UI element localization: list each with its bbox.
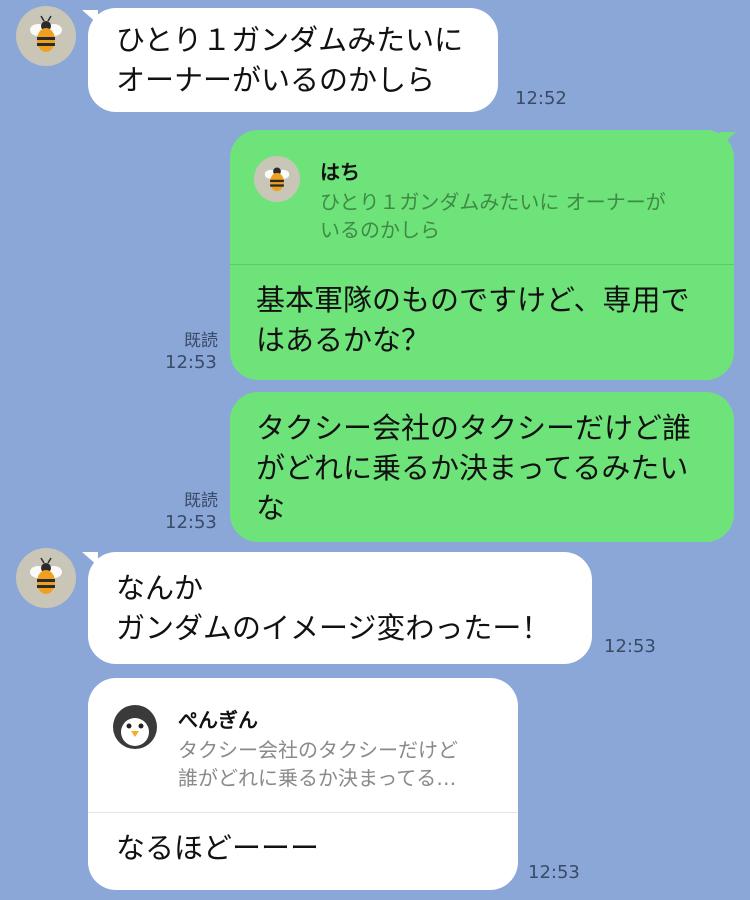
quote-sender-name: ぺんぎん bbox=[178, 708, 258, 732]
bee-avatar-icon bbox=[254, 156, 300, 202]
message-time: 12:53 bbox=[604, 636, 656, 657]
message-text: なるほどーーー bbox=[116, 831, 320, 865]
quote-divider bbox=[88, 812, 518, 813]
quote-sender-name: はち bbox=[320, 160, 360, 184]
quote-divider bbox=[230, 264, 734, 265]
penguin-avatar-icon bbox=[112, 704, 158, 750]
bubble-tail bbox=[720, 132, 736, 146]
read-status: 既読 bbox=[184, 331, 218, 351]
message-bubble[interactable]: はち ひとり１ガンダムみたいに オーナーが いるのかしら 基本軍隊のものですけど… bbox=[230, 130, 734, 380]
read-status: 既読 bbox=[184, 491, 218, 511]
message-text: タクシー会社のタクシーだけど誰 がどれに乗るか決まってるみたい な bbox=[256, 411, 692, 525]
message-text: 基本軍隊のものですけど、専用で はあるかな？ bbox=[256, 283, 690, 357]
bee-avatar-icon[interactable] bbox=[16, 548, 76, 608]
message-bubble[interactable]: なんか ガンダムのイメージ変わったー！ bbox=[88, 552, 592, 664]
message-bubble[interactable]: ひとり１ガンダムみたいに オーナーがいるのかしら bbox=[88, 8, 498, 112]
quote-text: タクシー会社のタクシーだけど 誰がどれに乗るか決まってる… bbox=[178, 738, 458, 790]
message-time: 12:52 bbox=[515, 88, 567, 109]
quote-text: ひとり１ガンダムみたいに オーナーが いるのかしら bbox=[320, 190, 666, 242]
message-text: ひとり１ガンダムみたいに オーナーがいるのかしら bbox=[116, 23, 464, 97]
message-bubble[interactable]: タクシー会社のタクシーだけど誰 がどれに乗るか決まってるみたい な bbox=[230, 392, 734, 542]
message-time: 12:53 bbox=[165, 512, 217, 533]
message-text: なんか ガンダムのイメージ変わったー！ bbox=[116, 571, 551, 645]
message-time: 12:53 bbox=[528, 862, 580, 883]
message-bubble[interactable]: ぺんぎん タクシー会社のタクシーだけど 誰がどれに乗るか決まってる… なるほどー… bbox=[88, 678, 518, 890]
message-time: 12:53 bbox=[165, 352, 217, 373]
bee-avatar-icon[interactable] bbox=[16, 6, 76, 66]
